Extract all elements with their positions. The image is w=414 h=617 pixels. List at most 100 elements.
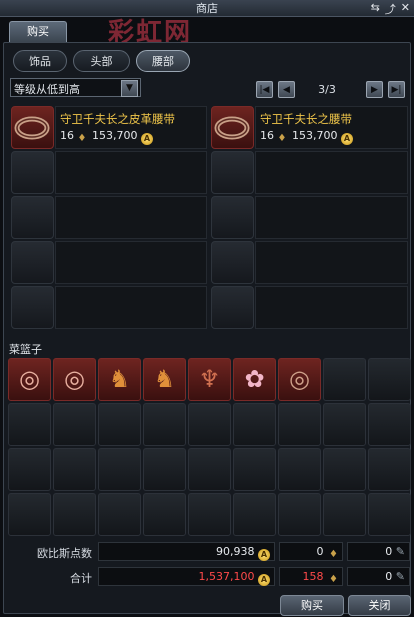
pink-creature-icon[interactable]: ✿ — [233, 358, 276, 401]
item-level: 16 — [60, 129, 74, 142]
swap-icon[interactable]: ⇆ — [371, 1, 380, 16]
ring-item-icon[interactable]: ◎ — [53, 358, 96, 401]
basket-empty-slot — [278, 448, 321, 491]
item-name: 守卫千夫长之腰带 — [260, 112, 352, 126]
basket-empty-slot — [323, 448, 366, 491]
first-page-icon: |◀ — [259, 85, 270, 95]
basket-empty-slot — [323, 358, 366, 401]
window-title-bar: 商店 — [0, 0, 414, 17]
ohbis-b-field: 0 ♦ — [279, 542, 343, 561]
last-page-icon: ▶| — [391, 85, 402, 95]
ohbis-c-value: 0 — [385, 545, 393, 558]
ring-item-icon[interactable]: ◎ — [8, 358, 51, 401]
empty-slot — [211, 151, 254, 194]
basket-empty-slot — [323, 493, 366, 536]
total-label: 合计 — [70, 572, 92, 585]
total-gold-field: 1,537,100 A — [98, 567, 275, 586]
sort-dropdown[interactable]: 等级从低到高 ▼ — [10, 78, 141, 97]
next-page-icon: ▶ — [371, 85, 378, 95]
total-b-field: 158 ♦ — [279, 567, 343, 586]
item-price: 153,700 — [292, 129, 338, 142]
prev-page-button[interactable]: ◀ — [278, 81, 295, 98]
beast-helm-icon[interactable]: ♞ — [98, 358, 141, 401]
first-page-button[interactable]: |◀ — [256, 81, 273, 98]
dragon-mask-icon[interactable]: ♆ — [188, 358, 231, 401]
page-indicator: 3/3 — [318, 83, 336, 96]
total-c-value: 0 — [385, 570, 393, 583]
tab-buy[interactable]: 购买 — [9, 21, 67, 42]
ohbis-b-value: 0 — [316, 545, 324, 558]
basket-empty-slot — [53, 448, 96, 491]
next-page-button[interactable]: ▶ — [366, 81, 383, 98]
buy-button[interactable]: 购买 — [280, 595, 344, 616]
empty-slot — [11, 151, 54, 194]
gold-coin-icon: A — [141, 133, 153, 145]
meso-bag-icon: ♦ — [77, 133, 87, 144]
ohbis-label: 欧比斯点数 — [37, 547, 92, 560]
item-price: 153,700 — [92, 129, 138, 142]
basket-empty-slot — [53, 493, 96, 536]
close-icon[interactable]: ✕ — [401, 1, 410, 16]
belt-svg — [14, 116, 50, 140]
prev-page-icon: ◀ — [283, 85, 290, 95]
restore-icon[interactable]: ⤴ — [385, 1, 396, 16]
list-item — [255, 241, 408, 284]
title-bar-controls: ⇆ ⤴ ✕ — [371, 1, 410, 16]
belt-item-icon[interactable]: ◎ — [278, 358, 321, 401]
category-waist[interactable]: 腰部 — [136, 50, 190, 72]
basket-empty-slot — [368, 358, 411, 401]
basket-empty-slot — [8, 403, 51, 446]
basket-label: 菜篮子 — [9, 343, 42, 356]
list-item — [55, 286, 207, 329]
list-item — [55, 151, 207, 194]
belt-item-icon[interactable] — [11, 106, 54, 149]
item-name: 守卫千夫长之皮革腰带 — [60, 112, 175, 126]
basket-empty-slot — [278, 403, 321, 446]
basket-empty-slot — [368, 403, 411, 446]
basket-empty-slot — [8, 493, 51, 536]
category-accessory[interactable]: 饰品 — [13, 50, 67, 72]
meso-bag-icon: ♦ — [277, 133, 287, 144]
gold-coin-icon: A — [258, 574, 270, 586]
meso-bag-icon: ♦ — [329, 574, 338, 585]
empty-slot — [11, 286, 54, 329]
category-head[interactable]: 头部 — [73, 50, 130, 72]
sort-label: 等级从低到高 — [14, 83, 80, 96]
gold-coin-icon: A — [341, 133, 353, 145]
basket-empty-slot — [368, 493, 411, 536]
empty-slot — [211, 241, 254, 284]
list-item — [55, 196, 207, 239]
list-item — [255, 196, 408, 239]
last-page-button[interactable]: ▶| — [388, 81, 405, 98]
empty-slot — [11, 241, 54, 284]
list-item — [255, 286, 408, 329]
belt-svg — [214, 116, 250, 140]
basket-empty-slot — [53, 403, 96, 446]
basket-empty-slot — [143, 493, 186, 536]
basket-empty-slot — [323, 403, 366, 446]
basket-empty-slot — [188, 493, 231, 536]
ohbis-gold-field: 90,938 A — [98, 542, 275, 561]
window-title: 商店 — [196, 2, 218, 15]
chevron-down-icon[interactable]: ▼ — [121, 80, 138, 97]
basket-empty-slot — [233, 448, 276, 491]
basket-empty-slot — [188, 403, 231, 446]
beast-helm-icon[interactable]: ♞ — [143, 358, 186, 401]
ticket-icon: ✎ — [395, 570, 405, 583]
basket-empty-slot — [8, 448, 51, 491]
gold-coin-icon: A — [258, 549, 270, 561]
total-b-value: 158 — [302, 570, 324, 583]
list-item — [255, 151, 408, 194]
close-button[interactable]: 关闭 — [348, 595, 411, 616]
basket-empty-slot — [278, 493, 321, 536]
list-item — [55, 241, 207, 284]
basket-empty-slot — [188, 448, 231, 491]
empty-slot — [11, 196, 54, 239]
basket-empty-slot — [233, 493, 276, 536]
basket-empty-slot — [368, 448, 411, 491]
basket-empty-slot — [143, 403, 186, 446]
list-item[interactable]: 守卫千夫长之腰带 16 ♦ 153,700 A — [255, 106, 408, 149]
belt-item-icon[interactable] — [211, 106, 254, 149]
basket-empty-slot — [98, 448, 141, 491]
list-item[interactable]: 守卫千夫长之皮革腰带 16 ♦ 153,700 A — [55, 106, 207, 149]
